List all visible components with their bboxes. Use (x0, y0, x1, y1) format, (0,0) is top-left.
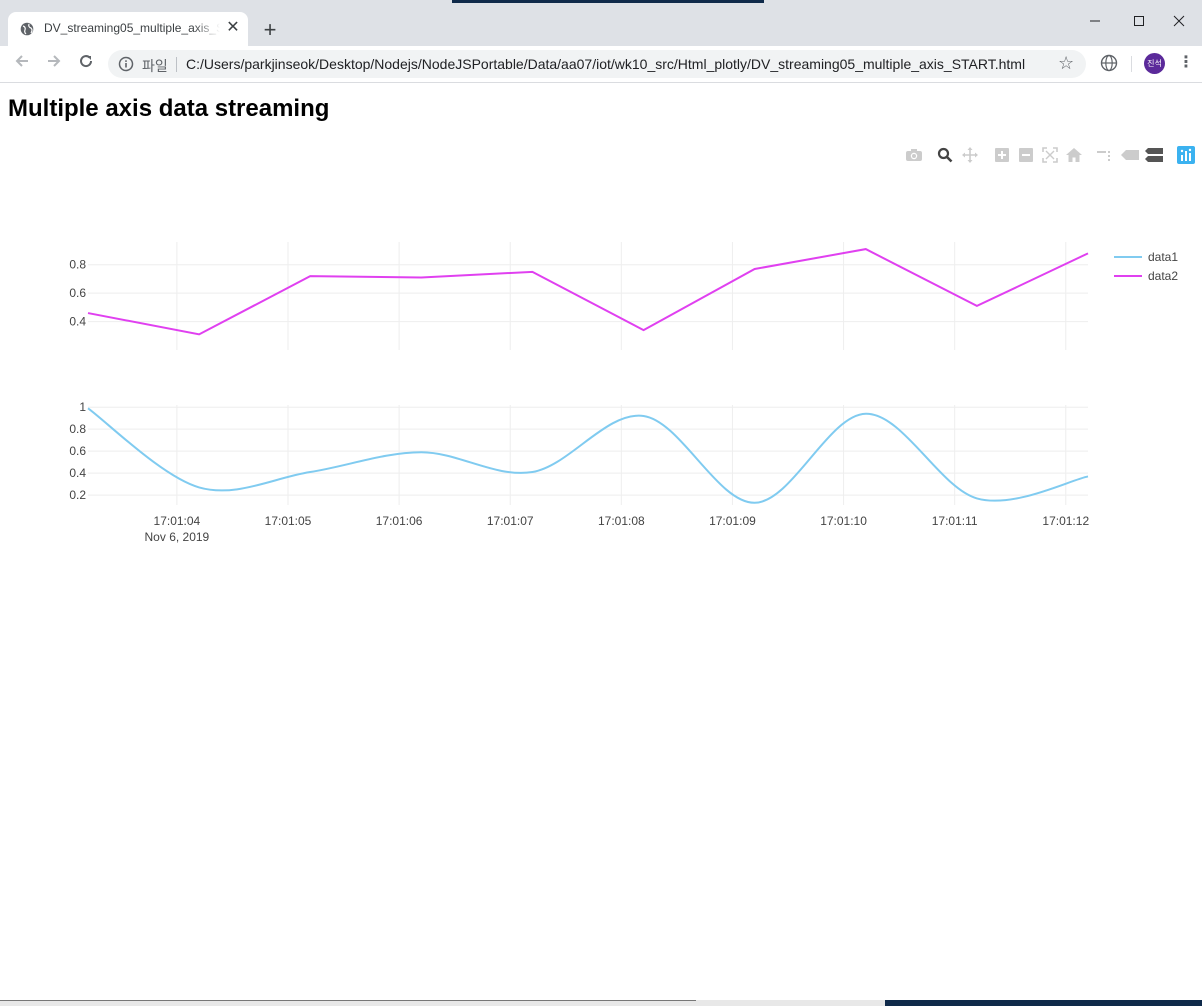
info-icon[interactable] (118, 56, 134, 72)
x-tick-label: 17:01:09 (709, 514, 756, 528)
star-icon[interactable]: ☆ (1058, 53, 1074, 74)
taskbar-line (0, 1000, 696, 1001)
page-title: Multiple axis data streaming (8, 95, 330, 122)
y-tick-label: 0.8 (69, 422, 86, 436)
series-line-data1 (87, 407, 1089, 504)
url-separator (176, 57, 177, 72)
x-tick-label: 17:01:12 (1042, 514, 1089, 528)
globe-icon (20, 22, 34, 36)
legend-label-data1: data1 (1148, 250, 1178, 264)
y-tick-label: 0.2 (69, 488, 86, 502)
kebab-menu-icon[interactable]: ⋮ (1178, 52, 1194, 76)
y-tick-label: 1 (79, 400, 86, 414)
browser-toolbar: 파일 C:/Users/parkjinseok/Desktop/Nodejs/N… (0, 46, 1202, 83)
x-tick-label: 17:01:08 (598, 514, 645, 528)
reload-icon[interactable] (74, 52, 98, 76)
legend-label-data2: data2 (1148, 269, 1178, 283)
minimize-icon[interactable] (1072, 8, 1118, 36)
streaming-chart[interactable]: 0.4 0.6 0.8 0.2 0.4 0.6 0.8 1 17:01:04 17:01:05 17… (0, 160, 1202, 570)
x-tick-label: 17:01:04 (154, 514, 201, 528)
window-top-accent (452, 0, 764, 3)
url-text[interactable]: C:/Users/parkjinseok/Desktop/Nodejs/Node… (186, 56, 1025, 72)
forward-icon[interactable] (42, 52, 66, 76)
browser-tab[interactable]: DV_streaming05_multiple_axis_START.html … (8, 12, 248, 46)
plus-icon[interactable]: + (258, 18, 282, 42)
address-bar[interactable]: 파일 C:/Users/parkjinseok/Desktop/Nodejs/N… (108, 50, 1086, 78)
window-close-icon[interactable] (1156, 8, 1202, 36)
close-icon[interactable]: ✕ (224, 18, 242, 38)
tab-bar: DV_streaming05_multiple_axis_START.html … (0, 4, 1202, 46)
x-tick-label: 17:01:07 (487, 514, 534, 528)
legend: data1 data2 (1114, 250, 1178, 283)
back-icon[interactable] (10, 52, 34, 76)
subplot-data2: 0.4 0.6 0.8 (69, 242, 1089, 350)
y-tick-label: 0.4 (69, 315, 86, 329)
y-tick-label: 0.4 (69, 466, 86, 480)
x-tick-label: 17:01:10 (820, 514, 867, 528)
x-date-label: Nov 6, 2019 (145, 530, 210, 544)
url-scheme-label: 파일 (142, 58, 168, 74)
toolbar-separator (1131, 56, 1132, 72)
taskbar-strip (0, 1000, 1202, 1006)
subplot-data1: 0.2 0.4 0.6 0.8 1 (69, 400, 1089, 505)
x-tick-label: 17:01:06 (376, 514, 423, 528)
taskbar-accent (885, 1000, 1202, 1006)
avatar[interactable]: 진석 (1144, 53, 1165, 74)
x-tick-label: 17:01:05 (265, 514, 312, 528)
translate-icon[interactable] (1100, 54, 1118, 72)
y-tick-label: 0.8 (69, 258, 86, 272)
y-tick-label: 0.6 (69, 444, 86, 458)
x-tick-label: 17:01:11 (932, 514, 978, 528)
tab-title: DV_streaming05_multiple_axis_START.html (44, 21, 220, 35)
y-tick-label: 0.6 (69, 286, 86, 300)
